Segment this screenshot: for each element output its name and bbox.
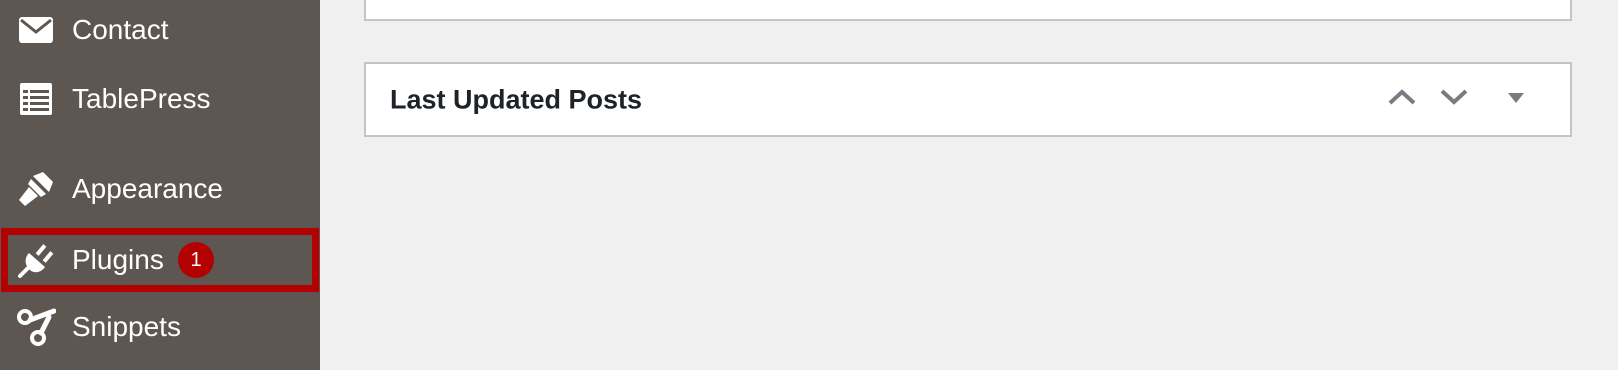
scissors-icon [16,307,56,347]
chevron-up-icon [1387,88,1417,111]
sidebar-item-plugins[interactable]: Plugins 1 [0,230,320,290]
update-count-badge: 1 [178,242,214,278]
table-icon [16,79,56,119]
move-up-button[interactable] [1380,78,1424,122]
sidebar-item-label: Snippets [72,311,181,342]
plugin-icon [16,240,56,280]
mail-icon [16,10,56,50]
last-updated-posts-postbox: Last Updated Posts [364,62,1572,137]
caret-down-icon [1507,91,1525,109]
chevron-down-icon [1439,88,1469,111]
sidebar-item-appearance[interactable]: Appearance [0,159,320,219]
paintbrush-icon [16,169,56,209]
sidebar-item-label: Contact [72,14,169,45]
previous-postbox [364,0,1572,21]
move-down-button[interactable] [1432,78,1476,122]
toggle-panel-button[interactable] [1494,78,1538,122]
sidebar-item-contact[interactable]: Contact [0,0,320,60]
sidebar-item-snippets[interactable]: Snippets [0,297,320,357]
sidebar-item-label: TablePress [72,83,211,114]
postbox-title: Last Updated Posts [390,84,643,114]
admin-sidebar: Contact TablePress Appearance Plugins 1 … [0,0,320,370]
sidebar-item-label: Plugins [72,244,164,275]
sidebar-item-tablepress[interactable]: TablePress [0,69,320,129]
sidebar-item-label: Appearance [72,173,224,204]
